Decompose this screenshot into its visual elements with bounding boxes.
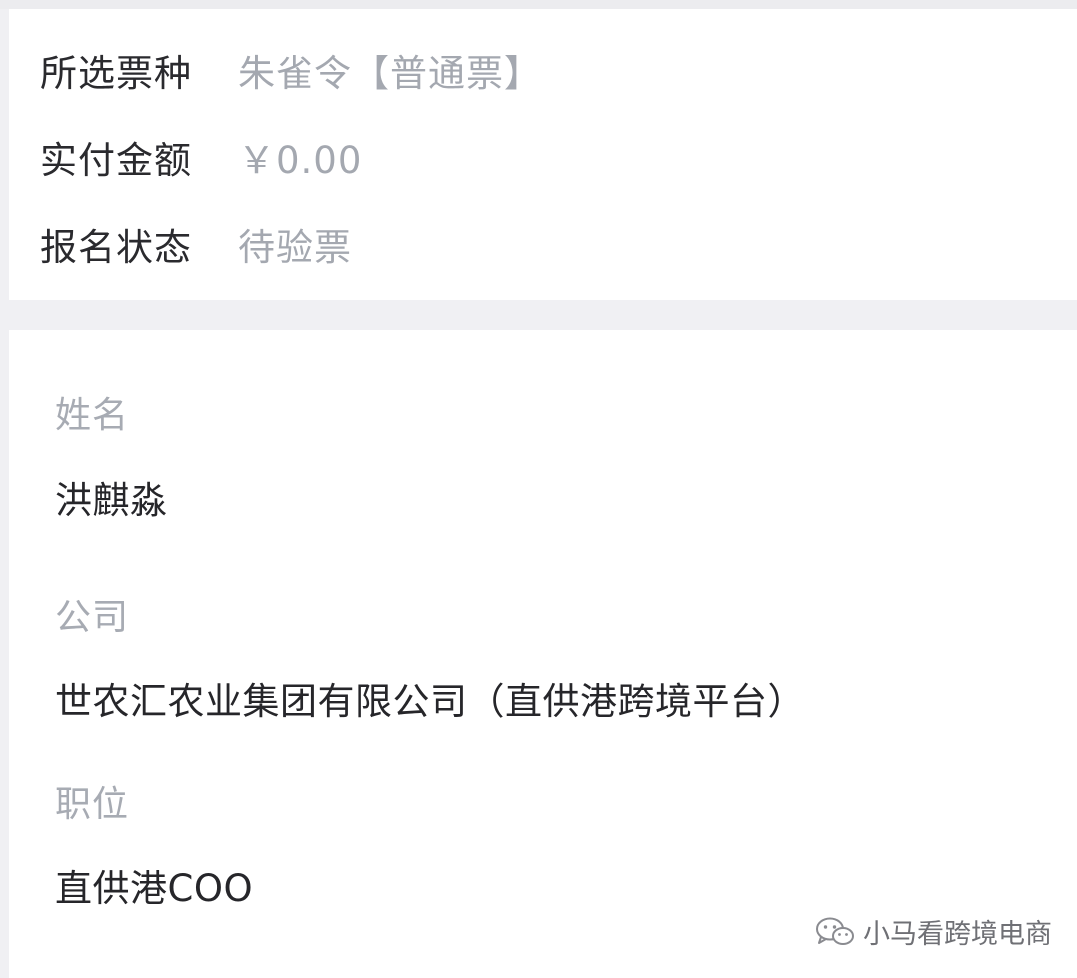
watermark: 小马看跨境电商 — [815, 912, 1052, 951]
name-label: 姓名 — [55, 395, 130, 436]
top-divider — [0, 0, 1077, 9]
position-label: 职位 — [55, 784, 130, 825]
amount-label: 实付金额 — [40, 139, 192, 182]
wechat-icon — [815, 915, 855, 949]
amount-row: 实付金额 ￥0.00 — [40, 132, 362, 182]
name-value: 洪麒淼 — [55, 479, 168, 522]
status-value: 待验票 — [238, 226, 352, 269]
attendee-info-card: 姓名 洪麒淼 公司 世农汇农业集团有限公司（直供港跨境平台） 职位 直供港COO — [9, 330, 1077, 978]
position-value: 直供港COO — [55, 867, 254, 910]
registration-summary-card: 所选票种 朱雀令【普通票】 实付金额 ￥0.00 报名状态 待验票 — [9, 9, 1077, 300]
status-row: 报名状态 待验票 — [40, 219, 352, 269]
company-value: 世农汇农业集团有限公司（直供港跨境平台） — [55, 680, 805, 723]
amount-value: ￥0.00 — [238, 139, 363, 182]
ticket-type-label: 所选票种 — [40, 52, 192, 95]
status-label: 报名状态 — [40, 226, 192, 269]
ticket-type-value: 朱雀令【普通票】 — [238, 52, 542, 95]
ticket-type-row: 所选票种 朱雀令【普通票】 — [40, 45, 542, 95]
company-label: 公司 — [55, 597, 130, 638]
watermark-text: 小马看跨境电商 — [863, 919, 1052, 950]
